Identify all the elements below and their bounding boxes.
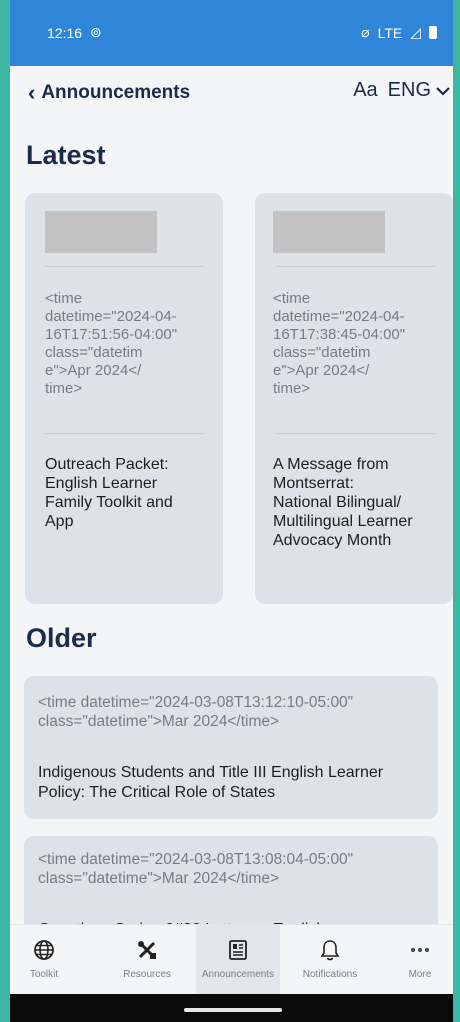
nav-announcements[interactable]: Announcements (196, 925, 280, 995)
nav-notifications[interactable]: Notifications (290, 925, 370, 995)
bell-icon (320, 937, 340, 963)
nav-more[interactable]: More (390, 925, 450, 995)
item-date-code: <time datetime="2024-03-08T13:12:10-05:0… (38, 693, 426, 731)
title-line: Family Toolkit and (45, 494, 173, 511)
nav-label: Toolkit (29, 969, 59, 980)
code-line: e">Apr 2024</ (273, 362, 370, 379)
title-line: Policy: The Critical Role of States (38, 784, 276, 801)
card-divider (275, 266, 435, 267)
bottom-nav: Toolkit Resources Announcements Notifica… (10, 924, 453, 995)
nav-label: More (408, 969, 432, 980)
more-dots-icon (409, 937, 431, 963)
code-line: <time (45, 290, 83, 307)
older-heading: Older (26, 623, 97, 653)
card-divider (275, 433, 435, 434)
older-list-item[interactable]: <time datetime="2024-03-08T13:12:10-05:0… (24, 676, 438, 819)
title-line: Advocacy Month (273, 532, 392, 549)
header-actions: Aa ENG (353, 79, 451, 102)
title-line: App (45, 513, 74, 530)
card-divider (45, 266, 205, 267)
card-thumbnail (273, 211, 385, 253)
chevron-left-icon: ‹ (28, 80, 36, 105)
nav-resources[interactable]: Resources (112, 925, 182, 995)
code-line: time> (273, 380, 311, 397)
title-line: Indigenous Students and Title III Englis… (38, 764, 384, 781)
latest-heading: Latest (26, 140, 106, 170)
title-line: English Learner (45, 475, 158, 492)
back-button[interactable]: ‹ Announcements (28, 80, 190, 106)
language-label: ENG (387, 79, 431, 101)
code-line: <time (273, 290, 311, 307)
vibrate-off-icon: ⌀ (361, 24, 370, 40)
code-line: class="datetime">Mar 2024</time> (38, 713, 280, 730)
chevron-down-icon (436, 86, 450, 96)
page-title: Announcements (41, 82, 191, 103)
battery-icon (429, 26, 437, 39)
code-line: datetime="2024-04- (45, 308, 177, 325)
status-icons: ⌀ LTE ◿ (361, 24, 437, 41)
app-header: ‹ Announcements Aa ENG (10, 66, 453, 116)
status-time: 12:16 (47, 25, 83, 41)
code-line: class="datetim (273, 344, 371, 361)
item-title: Indigenous Students and Title III Englis… (38, 763, 426, 803)
item-date-code: <time datetime="2024-03-08T13:08:04-05:0… (38, 850, 426, 888)
card-date-code: <time datetime="2024-04- 16T17:51:56-04:… (45, 290, 213, 398)
latest-card[interactable]: <time datetime="2024-04- 16T17:38:45-04:… (255, 193, 453, 604)
title-line: National Bilingual/ (273, 494, 402, 511)
title-line: Montserrat: (273, 475, 354, 492)
text-size-button[interactable]: Aa (353, 79, 377, 102)
card-thumbnail (45, 211, 157, 253)
status-bar: 12:16 ⊚ ⌀ LTE ◿ (10, 0, 453, 66)
latest-card[interactable]: <time datetime="2024-04- 16T17:51:56-04:… (25, 193, 223, 604)
nav-label: Resources (123, 969, 171, 980)
nav-label: Announcements (201, 969, 275, 980)
card-date-code: <time datetime="2024-04- 16T17:38:45-04:… (273, 290, 443, 398)
card-title: Outreach Packet: English Learner Family … (45, 455, 213, 531)
signal-icon: ◿ (410, 24, 421, 40)
system-nav-bar (10, 994, 453, 1022)
newspaper-icon (228, 937, 248, 963)
card-divider (45, 433, 205, 434)
title-line: Outreach Packet: (45, 456, 169, 473)
code-line: class="datetim (45, 344, 143, 361)
alarm-icon: ⊚ (90, 24, 102, 40)
code-line: time> (45, 380, 83, 397)
home-indicator[interactable] (184, 1008, 282, 1012)
globe-icon (33, 937, 55, 963)
tools-icon (136, 937, 158, 963)
code-line: <time datetime="2024-03-08T13:12:10-05:0… (38, 694, 354, 711)
code-line: <time datetime="2024-03-08T13:08:04-05:0… (38, 851, 354, 868)
code-line: 16T17:51:56-04:00" (45, 326, 178, 343)
code-line: e">Apr 2024</ (45, 362, 142, 379)
title-line: Multilingual Learner (273, 513, 413, 530)
code-line: datetime="2024-04- (273, 308, 405, 325)
network-label: LTE (377, 24, 403, 41)
app-frame: 12:16 ⊚ ⌀ LTE ◿ ‹ Announcements Aa ENG L… (10, 0, 453, 1022)
nav-label: Notifications (302, 969, 358, 980)
code-line: 16T17:38:45-04:00" (273, 326, 406, 343)
language-selector[interactable]: ENG (388, 79, 451, 102)
title-line: A Message from (273, 456, 389, 473)
card-title: A Message from Montserrat: National Bili… (273, 455, 443, 550)
nav-toolkit[interactable]: Toolkit (10, 925, 78, 995)
code-line: class="datetime">Mar 2024</time> (38, 870, 280, 887)
